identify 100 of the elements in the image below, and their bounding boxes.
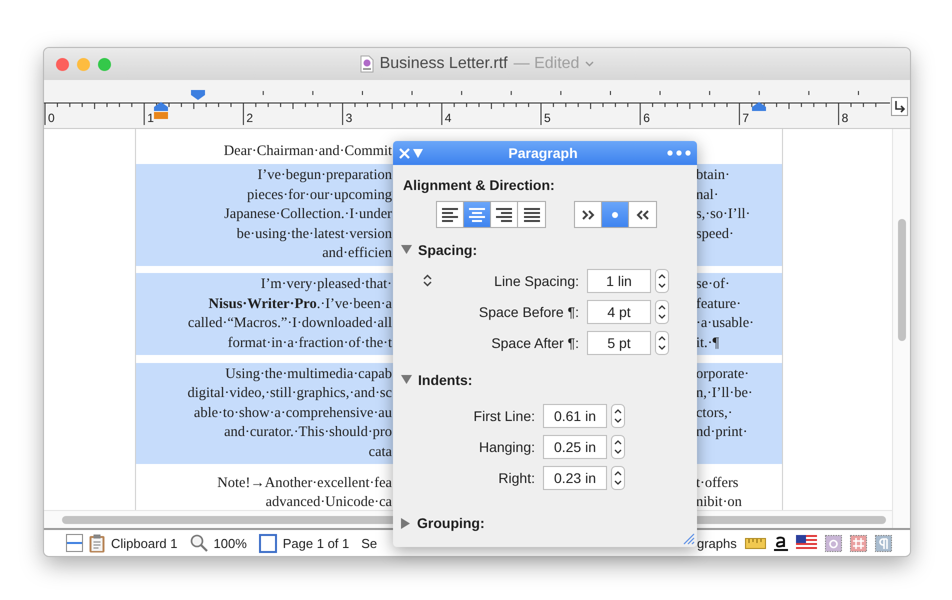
text-line: Japanese·Collection.·I·under [224, 206, 392, 222]
text-line: advanced·Unicode·ca [266, 494, 392, 510]
right-indent-marker[interactable] [752, 102, 766, 111]
stepper[interactable] [655, 268, 669, 292]
left-indent-marker[interactable] [154, 102, 168, 119]
text-line: btain· [696, 167, 730, 184]
layout-icon[interactable] [66, 534, 83, 552]
clipboard-icon[interactable] [89, 534, 105, 552]
text-line: orporate· [696, 366, 750, 382]
window-title: Business Letter.rtf [380, 55, 508, 73]
scrollbar-thumb[interactable] [898, 219, 906, 341]
text-line: Nisus·Writer·Pro.·I’ve·been·a [208, 296, 392, 312]
text-line: nibit·on [696, 494, 742, 510]
text-line: n,·I’ll·be· [696, 385, 753, 402]
text-line: t·offers [696, 474, 738, 491]
page-count[interactable]: Page 1 of 1 [282, 536, 350, 550]
underlined-letter-icon[interactable] [774, 535, 788, 551]
input-field[interactable]: 0.23 in [543, 466, 607, 490]
text-line: speed· [696, 226, 734, 242]
text-line: Dear·Chairman·and·Commit [224, 143, 392, 160]
panel-title: Paragraph [507, 145, 579, 161]
document-icon [360, 55, 374, 73]
double-chevron-left-icon [636, 210, 649, 220]
ruler-number: 3 [346, 111, 352, 125]
ruler-number: 4 [444, 111, 452, 125]
text-line: Using·the·multimedia·capab [225, 366, 392, 382]
zoom-level[interactable]: 100% [214, 536, 247, 550]
text-line: digital·video,·still·graphics,·and·sc [187, 385, 392, 402]
ruler-number: 5 [544, 111, 551, 125]
section-label[interactable]: Se [361, 536, 378, 550]
text-line: nal· [696, 186, 719, 203]
text-line: nd·print· [696, 424, 748, 440]
dot-icon [612, 212, 618, 218]
text-line: called·“Macros.”·I·downloaded·all [188, 315, 392, 332]
input-field[interactable]: 1 lin [587, 268, 651, 292]
grid-icon[interactable] [850, 534, 867, 552]
disclosure-triangle-icon[interactable] [401, 518, 411, 528]
text-line: be·using·the·latest·version [236, 226, 392, 242]
ruler-number: 7 [742, 111, 750, 125]
field-label: First Line: [474, 408, 535, 424]
align-left-icon [442, 208, 458, 222]
text-line: and·curator.·This·should·pro [224, 424, 392, 440]
text-line: Note!→Another·excellent·fea [217, 474, 392, 491]
clipboard-label[interactable]: Clipboard 1 [111, 536, 178, 550]
stepper[interactable] [611, 434, 625, 458]
text-line: format·in·a·fraction·of·the·t [228, 334, 392, 351]
field-label: Hanging: [478, 438, 535, 454]
align-justify-icon [524, 208, 540, 222]
input-field[interactable]: 5 pt [587, 330, 651, 354]
pilcrow-icon[interactable] [874, 534, 892, 552]
stepper[interactable] [611, 404, 625, 428]
section-heading[interactable]: Indents: [418, 372, 472, 388]
text-line: I’ve·begun·preparation [258, 167, 392, 184]
text-line: it.·¶ [696, 334, 720, 351]
stepper[interactable] [655, 300, 669, 324]
section-heading[interactable]: Grouping: [417, 515, 485, 531]
disclosure-triangle-icon[interactable] [401, 375, 412, 385]
more-icon[interactable] [667, 150, 691, 156]
text-line: able·to·show·a·comprehensive·au [194, 404, 392, 421]
up-down-icon[interactable] [423, 274, 432, 287]
page-icon[interactable] [258, 534, 277, 552]
text-line: I’m·very·pleased·that· [260, 276, 392, 292]
flag-icon[interactable] [796, 535, 817, 551]
field-label: Space After ¶: [491, 334, 579, 350]
text-line: and·efficien [322, 245, 392, 262]
input-field[interactable]: 0.25 in [543, 434, 607, 458]
text-line: s,·so·I’ll· [696, 206, 750, 222]
magnifier-icon[interactable] [190, 534, 208, 552]
return-icon[interactable] [891, 97, 908, 116]
close-icon[interactable] [399, 148, 410, 158]
text-line: se·of· [696, 276, 730, 292]
input-field[interactable]: 0.61 in [543, 404, 607, 428]
collapse-icon[interactable] [413, 148, 423, 158]
align-center-icon [469, 208, 485, 222]
input-field[interactable]: 4 pt [587, 300, 651, 324]
section-heading: Alignment & Direction: [403, 177, 556, 193]
close-button[interactable] [56, 58, 69, 70]
resize-grip-icon[interactable] [683, 533, 695, 545]
ruler-number: 0 [48, 111, 55, 125]
field-label: Right: [498, 470, 535, 486]
ruler-number: 1 [147, 111, 154, 125]
ruler-icon[interactable] [744, 538, 766, 548]
ruler-number: 8 [842, 111, 848, 125]
align-right-icon [496, 208, 512, 222]
section-heading[interactable]: Spacing: [418, 242, 478, 258]
text-line: ·a·usable· [696, 315, 754, 332]
ruler-number: 6 [643, 111, 650, 125]
stepper[interactable] [611, 466, 625, 490]
text-line: cata [368, 444, 392, 460]
double-chevron-right-icon [582, 210, 594, 220]
character-style-icon[interactable] [824, 534, 842, 552]
first-line-indent-marker[interactable] [191, 90, 205, 100]
ruler-number: 2 [246, 111, 254, 125]
paragraph-styles-label[interactable]: graphs [697, 536, 737, 550]
disclosure-triangle-icon[interactable] [401, 245, 412, 255]
text-line: feature· [696, 296, 742, 312]
stepper[interactable] [655, 330, 669, 354]
text-line: ctors,· [696, 404, 733, 421]
field-label: Line Spacing: [494, 272, 579, 288]
text-line: pieces·for·our·upcoming [247, 186, 392, 203]
